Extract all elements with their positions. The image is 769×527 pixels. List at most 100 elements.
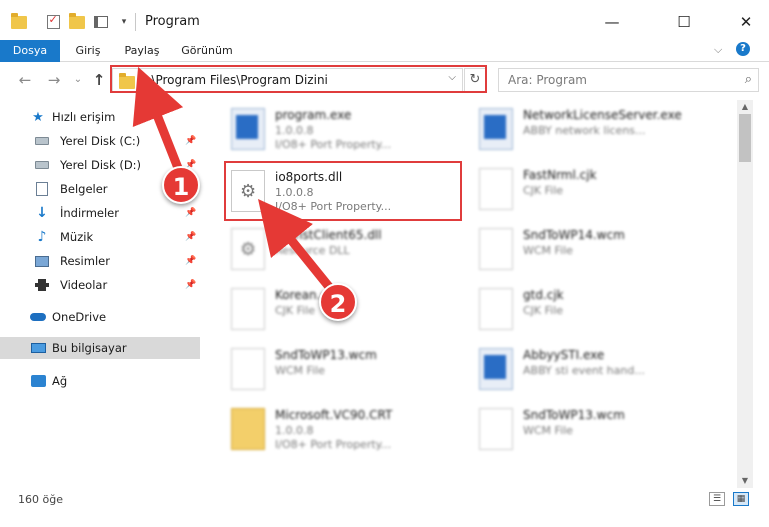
- pin-icon[interactable]: 📌: [185, 136, 196, 146]
- file-name: SndToWP13.wcm: [523, 408, 625, 422]
- file-description: I/O8+ Port Property...: [275, 438, 392, 451]
- dll-file-icon: [231, 228, 265, 270]
- layout-icon[interactable]: [92, 13, 110, 31]
- list-item[interactable]: SndToWP13.wcm WCM File: [223, 344, 473, 396]
- sidebar-item-label: Müzik: [60, 230, 94, 244]
- file-icon: [231, 408, 265, 450]
- folder-icon[interactable]: [10, 12, 28, 31]
- search-box[interactable]: Ara: Program ⌕: [498, 68, 759, 92]
- sidebar-item-label: Yerel Disk (D:): [60, 158, 142, 172]
- file-version: 1.0.0.8: [275, 424, 314, 437]
- sidebar-item-network[interactable]: Ağ: [0, 370, 200, 392]
- list-item[interactable]: gtd.cjk CJK File: [471, 284, 721, 336]
- file-icon: [479, 108, 513, 150]
- up-button[interactable]: ↑: [89, 70, 109, 90]
- list-item[interactable]: AbbyySTI.exe ABBY sti event hand...: [471, 344, 721, 396]
- forward-button[interactable]: →: [44, 70, 64, 90]
- file-icon: [479, 228, 513, 270]
- list-item[interactable]: program.exe 1.0.0.8 I/O8+ Port Property.…: [223, 104, 473, 156]
- title-separator: [135, 13, 136, 31]
- maximize-button[interactable]: ☐: [661, 6, 707, 38]
- star-icon: ★: [32, 109, 44, 125]
- sidebar-item-quick-access[interactable]: ★ Hızlı erişim: [0, 106, 200, 128]
- scroll-down-icon[interactable]: ▼: [737, 474, 753, 488]
- minimize-button[interactable]: —: [589, 6, 635, 38]
- search-icon: ⌕: [744, 72, 752, 87]
- tab-home[interactable]: Giriş: [66, 40, 110, 62]
- computer-icon: [30, 340, 46, 356]
- sidebar-item-label: Videolar: [60, 278, 108, 292]
- sidebar-item-onedrive[interactable]: OneDrive: [0, 306, 200, 328]
- search-input[interactable]: Ara: Program: [508, 73, 587, 87]
- pin-icon[interactable]: 📌: [185, 280, 196, 290]
- file-icon: [479, 288, 513, 330]
- file-highlight-box: [224, 161, 462, 221]
- title-bar: ✓ ▾ Program — ☐ ✕: [0, 0, 769, 40]
- tab-view[interactable]: Görünüm: [176, 40, 238, 62]
- sidebar-item-label: Resimler: [60, 254, 110, 268]
- drive-icon: [34, 133, 50, 149]
- list-item[interactable]: SndToWP14.wcm WCM File: [471, 224, 721, 276]
- pin-icon[interactable]: 📌: [185, 232, 196, 242]
- videos-icon: [34, 277, 50, 293]
- ribbon-expand-icon[interactable]: ⌵: [714, 43, 722, 57]
- list-item[interactable]: SndToWP13.wcm WCM File: [471, 404, 721, 456]
- window-title: Program: [145, 14, 200, 29]
- item-count: 160 öğe: [18, 493, 63, 506]
- sidebar-item-label: OneDrive: [52, 310, 107, 324]
- file-type: WCM File: [275, 364, 325, 377]
- recent-locations-button[interactable]: ⌄: [68, 70, 88, 90]
- file-description: ABBY sti event hand...: [523, 364, 645, 377]
- ribbon-tabs: Dosya Giriş Paylaş Görünüm ⌵: [0, 40, 769, 62]
- sidebar-item-label: Bu bilgisayar: [52, 341, 127, 355]
- sidebar-item-downloads[interactable]: ↓ İndirmeler 📌: [0, 202, 200, 224]
- list-item[interactable]: UnInstClient65.dll Resource DLL: [223, 224, 473, 276]
- large-icons-view-icon[interactable]: ▦: [733, 492, 749, 506]
- file-name: UnInstClient65.dll: [275, 228, 382, 242]
- music-icon: ♪: [37, 229, 47, 245]
- scroll-thumb[interactable]: [739, 114, 751, 162]
- tab-share[interactable]: Paylaş: [116, 40, 168, 62]
- tab-file[interactable]: Dosya: [0, 40, 60, 62]
- list-item[interactable]: FastNrml.cjk CJK File: [471, 164, 721, 216]
- sidebar-item-label: Hızlı erişim: [52, 110, 116, 124]
- file-type: CJK File: [275, 304, 316, 317]
- details-view-icon[interactable]: ☰: [709, 492, 725, 506]
- file-name: AbbyySTI.exe: [523, 348, 605, 362]
- sidebar-item-music[interactable]: ♪ Müzik 📌: [0, 226, 200, 248]
- properties-icon[interactable]: ✓: [44, 13, 62, 31]
- list-item[interactable]: Microsoft.VC90.CRT 1.0.0.8 I/O8+ Port Pr…: [223, 404, 473, 456]
- file-name: Microsoft.VC90.CRT: [275, 408, 393, 422]
- customize-toolbar-icon[interactable]: ▾: [118, 13, 130, 31]
- sidebar-item-videos[interactable]: Videolar 📌: [0, 274, 200, 296]
- downloads-icon: ↓: [36, 205, 48, 221]
- file-icon: [479, 168, 513, 210]
- file-version: 1.0.0.8: [275, 124, 314, 137]
- sidebar-item-local-disk-c[interactable]: Yerel Disk (C:) 📌: [0, 130, 200, 152]
- sidebar-item-pictures[interactable]: Resimler 📌: [0, 250, 200, 272]
- file-icon: [231, 348, 265, 390]
- file-name: FastNrml.cjk: [523, 168, 597, 182]
- documents-icon: [34, 181, 50, 197]
- file-icon: [479, 408, 513, 450]
- file-type: Resource DLL: [275, 244, 350, 257]
- back-button[interactable]: ←: [15, 70, 35, 90]
- sidebar-item-label: İndirmeler: [60, 206, 119, 220]
- help-icon[interactable]: ?: [736, 42, 750, 56]
- file-type: WCM File: [523, 244, 573, 257]
- file-description: I/O8+ Port Property...: [275, 138, 392, 151]
- sidebar-item-this-pc[interactable]: Bu bilgisayar: [0, 337, 200, 359]
- file-icon: [231, 288, 265, 330]
- pin-icon[interactable]: 📌: [185, 208, 196, 218]
- file-type: CJK File: [523, 184, 564, 197]
- list-item[interactable]: NetworkLicenseServer.exe ABBY network li…: [471, 104, 721, 156]
- status-bar: 160 öğe ☰ ▦: [0, 488, 769, 510]
- scroll-up-icon[interactable]: ▲: [737, 100, 753, 114]
- cloud-icon: [30, 309, 46, 325]
- pin-icon[interactable]: 📌: [185, 256, 196, 266]
- vertical-scrollbar[interactable]: ▲ ▼: [737, 100, 753, 488]
- close-button[interactable]: ✕: [723, 6, 769, 38]
- file-icon: [231, 108, 265, 150]
- new-folder-icon[interactable]: [68, 12, 86, 31]
- address-highlight-box: [110, 65, 487, 93]
